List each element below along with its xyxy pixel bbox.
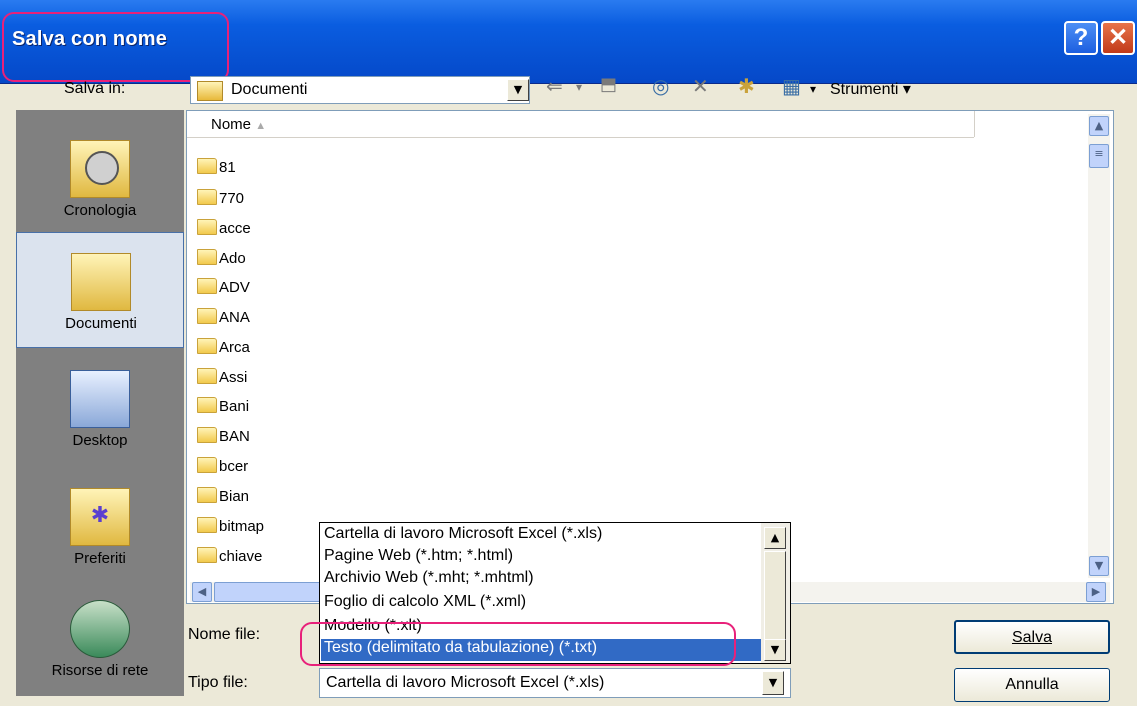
place-desktop[interactable]: Desktop (16, 350, 184, 466)
filetype-select[interactable]: Cartella di lavoro Microsoft Excel (*.xl… (319, 668, 791, 698)
dropdown-scrollbar[interactable]: ▲ ▼ (761, 523, 790, 663)
list-item[interactable]: bitmap (197, 517, 264, 541)
chevron-down-icon[interactable]: ▼ (762, 671, 784, 695)
folder-icon (197, 219, 217, 235)
folder-icon (197, 487, 217, 503)
search-web-icon[interactable]: ◎ (652, 74, 669, 98)
folder-icon (197, 338, 217, 354)
list-item[interactable]: Arca (197, 338, 250, 362)
back-icon[interactable]: ⇐ (546, 74, 563, 98)
scroll-right-icon[interactable]: ▶ (1086, 582, 1106, 602)
option-xls[interactable]: Cartella di lavoro Microsoft Excel (*.xl… (324, 525, 602, 547)
folder-icon (197, 547, 217, 563)
scroll-down-icon[interactable]: ▼ (764, 639, 786, 661)
new-folder-icon[interactable]: ✱ (738, 74, 755, 98)
folder-icon (197, 189, 217, 205)
chevron-down-icon[interactable]: ▼ (507, 79, 529, 101)
filetype-value: Cartella di lavoro Microsoft Excel (*.xl… (326, 674, 605, 691)
close-button[interactable]: ✕ (1101, 21, 1135, 55)
place-label: Preferiti (74, 550, 126, 567)
option-xml[interactable]: Foglio di calcolo XML (*.xml) (324, 593, 526, 615)
place-network[interactable]: Risorse di rete (16, 580, 184, 696)
annotation-highlight-txt (300, 622, 736, 666)
hscroll-thumb[interactable] (214, 582, 324, 602)
folder-icon (197, 81, 223, 101)
delete-icon[interactable]: ✕ (692, 74, 709, 98)
folder-icon (197, 517, 217, 533)
list-item[interactable]: acce (197, 219, 251, 243)
scroll-up-icon[interactable]: ▲ (764, 527, 786, 549)
up-folder-icon[interactable]: ⬒ (600, 74, 617, 95)
list-item[interactable]: chiave (197, 547, 262, 571)
folder-icon (197, 397, 217, 413)
help-button[interactable]: ? (1064, 21, 1098, 55)
filename-label: Nome file: (188, 626, 261, 643)
favorites-icon: ✱ (70, 488, 130, 546)
list-item[interactable]: 81 (197, 158, 236, 182)
network-places-icon (70, 600, 130, 658)
desktop-icon (70, 370, 130, 428)
folder-icon (197, 278, 217, 294)
list-item[interactable]: Ado (197, 249, 246, 273)
column-header-name[interactable]: Nome ▲ (187, 111, 974, 138)
tools-menu[interactable]: Strumenti ▾ (830, 79, 911, 99)
place-label: Cronologia (63, 202, 137, 219)
folder-icon (197, 457, 217, 473)
list-item[interactable]: Assi (197, 368, 247, 392)
views-icon[interactable]: ▦ (782, 74, 801, 98)
save-in-label: Salva in: (64, 80, 126, 97)
scroll-thumb[interactable]: ≡ (1089, 144, 1109, 168)
history-icon (70, 140, 130, 198)
folder-icon (197, 249, 217, 265)
places-bar: Cronologia Documenti Desktop ✱ Preferiti… (16, 110, 184, 696)
cancel-button[interactable]: Annulla (954, 668, 1110, 702)
list-item[interactable]: Bian (197, 487, 249, 511)
folder-icon (197, 427, 217, 443)
list-item[interactable]: bcer (197, 457, 248, 481)
place-label: Documenti (65, 315, 137, 332)
filetype-label: Tipo file: (188, 674, 248, 691)
scroll-up-icon[interactable]: ▲ (1089, 116, 1109, 136)
folder-icon (197, 158, 217, 174)
vertical-scrollbar[interactable]: ▲ ≡ ▼ (1088, 114, 1110, 578)
scroll-down-icon[interactable]: ▼ (1089, 556, 1109, 576)
list-item[interactable]: ANA (197, 308, 250, 332)
views-dropdown-icon[interactable]: ▾ (810, 82, 816, 96)
place-label: Risorse di rete (51, 662, 149, 679)
save-in-dropdown[interactable]: Documenti ▼ (190, 76, 530, 104)
folder-icon (197, 368, 217, 384)
folder-icon (197, 308, 217, 324)
sort-ascending-icon: ▲ (255, 120, 267, 132)
annotation-highlight-title (2, 12, 229, 82)
list-item[interactable]: ADV (197, 278, 250, 302)
back-dropdown-icon[interactable]: ▾ (576, 80, 582, 94)
column-name-label: Nome ▲ (211, 116, 267, 133)
list-item[interactable]: 770 (197, 189, 244, 213)
list-item[interactable]: Bani (197, 397, 249, 421)
column-divider (974, 111, 975, 137)
dropdown-scroll-thumb[interactable] (764, 551, 786, 641)
place-favorites[interactable]: ✱ Preferiti (16, 468, 184, 584)
place-label: Desktop (72, 432, 128, 449)
list-item[interactable]: BAN (197, 427, 250, 451)
place-documents[interactable]: Documenti (16, 232, 184, 348)
save-button[interactable]: Salva (954, 620, 1110, 654)
place-history[interactable]: Cronologia (16, 120, 184, 236)
option-mht[interactable]: Archivio Web (*.mht; *.mhtml) (324, 569, 534, 591)
location-text: Documenti (231, 81, 308, 98)
scroll-left-icon[interactable]: ◀ (192, 582, 212, 602)
my-documents-icon (71, 253, 131, 311)
option-htm[interactable]: Pagine Web (*.htm; *.html) (324, 547, 513, 569)
